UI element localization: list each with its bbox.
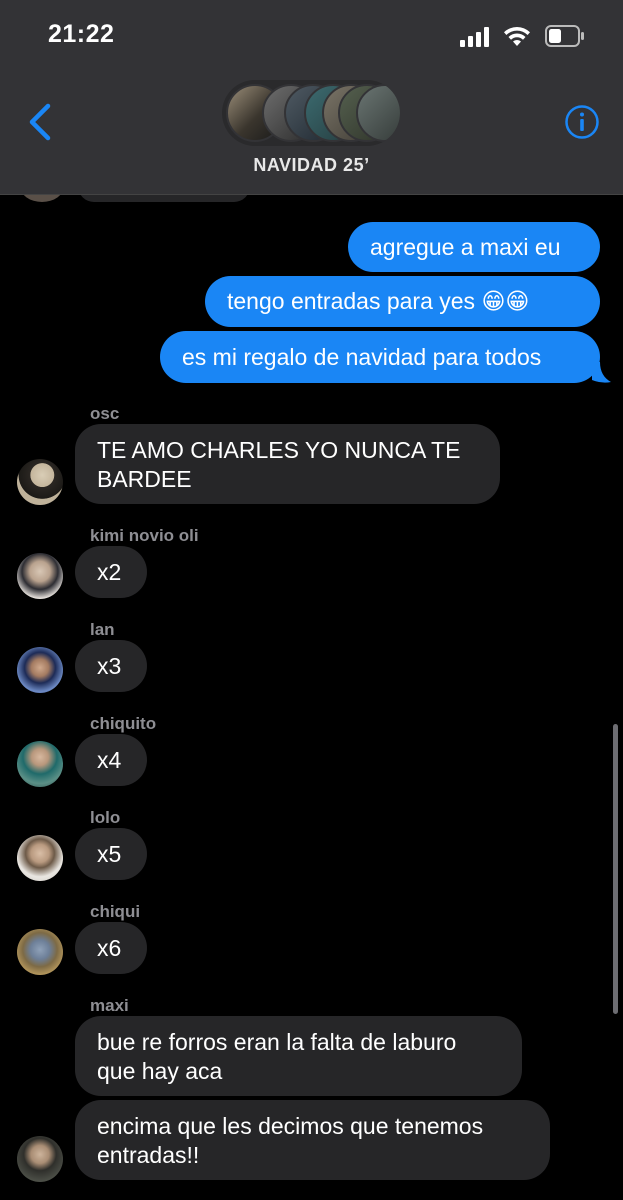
sent-message-bubble[interactable]: agregue a maxi eu	[348, 222, 600, 272]
avatar[interactable]	[17, 929, 63, 975]
avatar[interactable]	[17, 741, 63, 787]
received-message-bubble[interactable]: x6	[75, 922, 147, 974]
message-text: x2	[97, 558, 122, 585]
sender-name: osc	[90, 404, 120, 423]
sender-name: kimi novio oli	[90, 526, 199, 545]
group-avatars[interactable]	[222, 80, 400, 146]
cellular-signal-icon	[460, 27, 489, 47]
message-text: x6	[97, 934, 122, 961]
message-text: TE AMO CHARLES YO NUNCA TE BARDEE	[97, 437, 461, 492]
message-text: encima que les decimos que tenemos entra…	[97, 1113, 484, 1168]
sender-name: chiqui	[90, 902, 141, 921]
message-text: x3	[97, 652, 122, 679]
message-text: tengo entradas para yes 😁😁	[227, 288, 530, 314]
sender-name: maxi	[90, 996, 129, 1015]
battery-icon	[545, 25, 584, 47]
sent-message-bubble[interactable]: es mi regalo de navidad para todos	[160, 331, 600, 383]
avatar[interactable]	[17, 459, 63, 505]
received-message-bubble[interactable]: x4	[75, 734, 147, 786]
avatar[interactable]	[17, 647, 63, 693]
received-message-bubble[interactable]: x5	[75, 828, 147, 880]
received-message-bubble[interactable]: bue re forros eran la falta de laburo qu…	[75, 1016, 522, 1096]
group-name[interactable]: NAVIDAD 25’	[0, 155, 623, 176]
message-text: x5	[97, 840, 122, 867]
message-text: x4	[97, 746, 122, 773]
info-icon[interactable]	[564, 104, 600, 140]
imessage-chat-screen: 21:22 NAVIDAD 25’ agregue a maxi eu teng…	[0, 0, 623, 1200]
received-message-bubble[interactable]: TE AMO CHARLES YO NUNCA TE BARDEE	[75, 424, 500, 504]
avatar[interactable]	[17, 553, 63, 599]
sent-message-bubble[interactable]: tengo entradas para yes 😁😁	[205, 276, 600, 327]
sender-name: lolo	[90, 808, 121, 827]
received-message-bubble[interactable]: x3	[75, 640, 147, 692]
sender-name: chiquito	[90, 714, 157, 733]
message-text: es mi regalo de navidad para todos	[182, 343, 542, 370]
avatar[interactable]	[17, 1136, 63, 1182]
message-text: agregue a maxi eu	[370, 233, 561, 260]
back-chevron-icon[interactable]	[22, 100, 58, 144]
status-time: 21:22	[48, 20, 115, 48]
avatar[interactable]	[17, 835, 63, 881]
chat-header: 21:22 NAVIDAD 25’	[0, 0, 623, 195]
sender-name: lan	[90, 620, 115, 639]
bubble-tail	[592, 362, 611, 383]
received-message-bubble[interactable]: encima que les decimos que tenemos entra…	[75, 1100, 550, 1180]
wifi-icon	[504, 26, 530, 46]
received-message-bubble[interactable]: x2	[75, 546, 147, 598]
message-text: bue re forros eran la falta de laburo qu…	[97, 1029, 457, 1084]
scrollbar[interactable]	[613, 724, 618, 1014]
